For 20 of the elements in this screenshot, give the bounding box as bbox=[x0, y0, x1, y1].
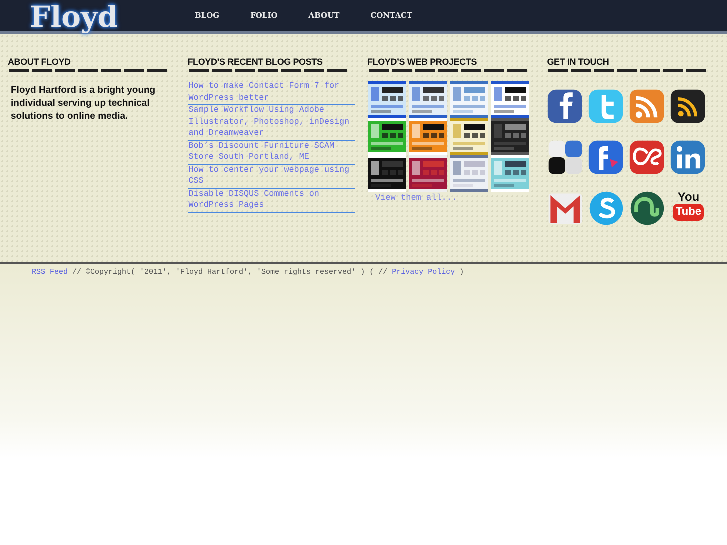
site-logo[interactable]: Floyd bbox=[30, 2, 190, 33]
section-heading: ABOUT FLOYD bbox=[8, 57, 72, 67]
friendfeed-icon[interactable] bbox=[588, 139, 626, 176]
checker-icon[interactable] bbox=[547, 139, 584, 176]
section-heading: GET IN TOUCH bbox=[547, 57, 610, 67]
rss-icon[interactable] bbox=[670, 88, 708, 125]
section-heading: FLOYD’S RECENT BLOG POSTS bbox=[188, 57, 324, 67]
youtube-logo[interactable]: You Tube bbox=[670, 190, 708, 227]
blog-post-link[interactable]: How to center your webpage using CSS bbox=[188, 164, 355, 188]
section-heading: FLOYD’S WEB PROJECTS bbox=[368, 57, 478, 67]
stumbleupon-icon[interactable] bbox=[629, 190, 666, 227]
about-text: Floyd Hartford is a bright young individual serving up technical solutions to online media. bbox=[11, 84, 157, 123]
blog-post-link[interactable]: Sample Workflow Using Adobe Illustrator, Photoshop, inDesign and Dreamweaver bbox=[188, 105, 355, 140]
facebook-icon[interactable] bbox=[547, 88, 584, 125]
blog-post-link[interactable]: How to make Contact Form 7 for WordPress better bbox=[188, 81, 355, 105]
lastfm-icon[interactable] bbox=[629, 139, 666, 176]
view-all-link[interactable]: View them all... bbox=[376, 193, 548, 203]
blog-post-link[interactable]: Disable DISQUS Comments on WordPress Pages bbox=[188, 188, 355, 212]
blog-post-link[interactable]: Bob’s Discount Furniture SCAM Store South Portland, ME bbox=[188, 140, 355, 164]
linkedin-icon[interactable] bbox=[670, 139, 708, 176]
